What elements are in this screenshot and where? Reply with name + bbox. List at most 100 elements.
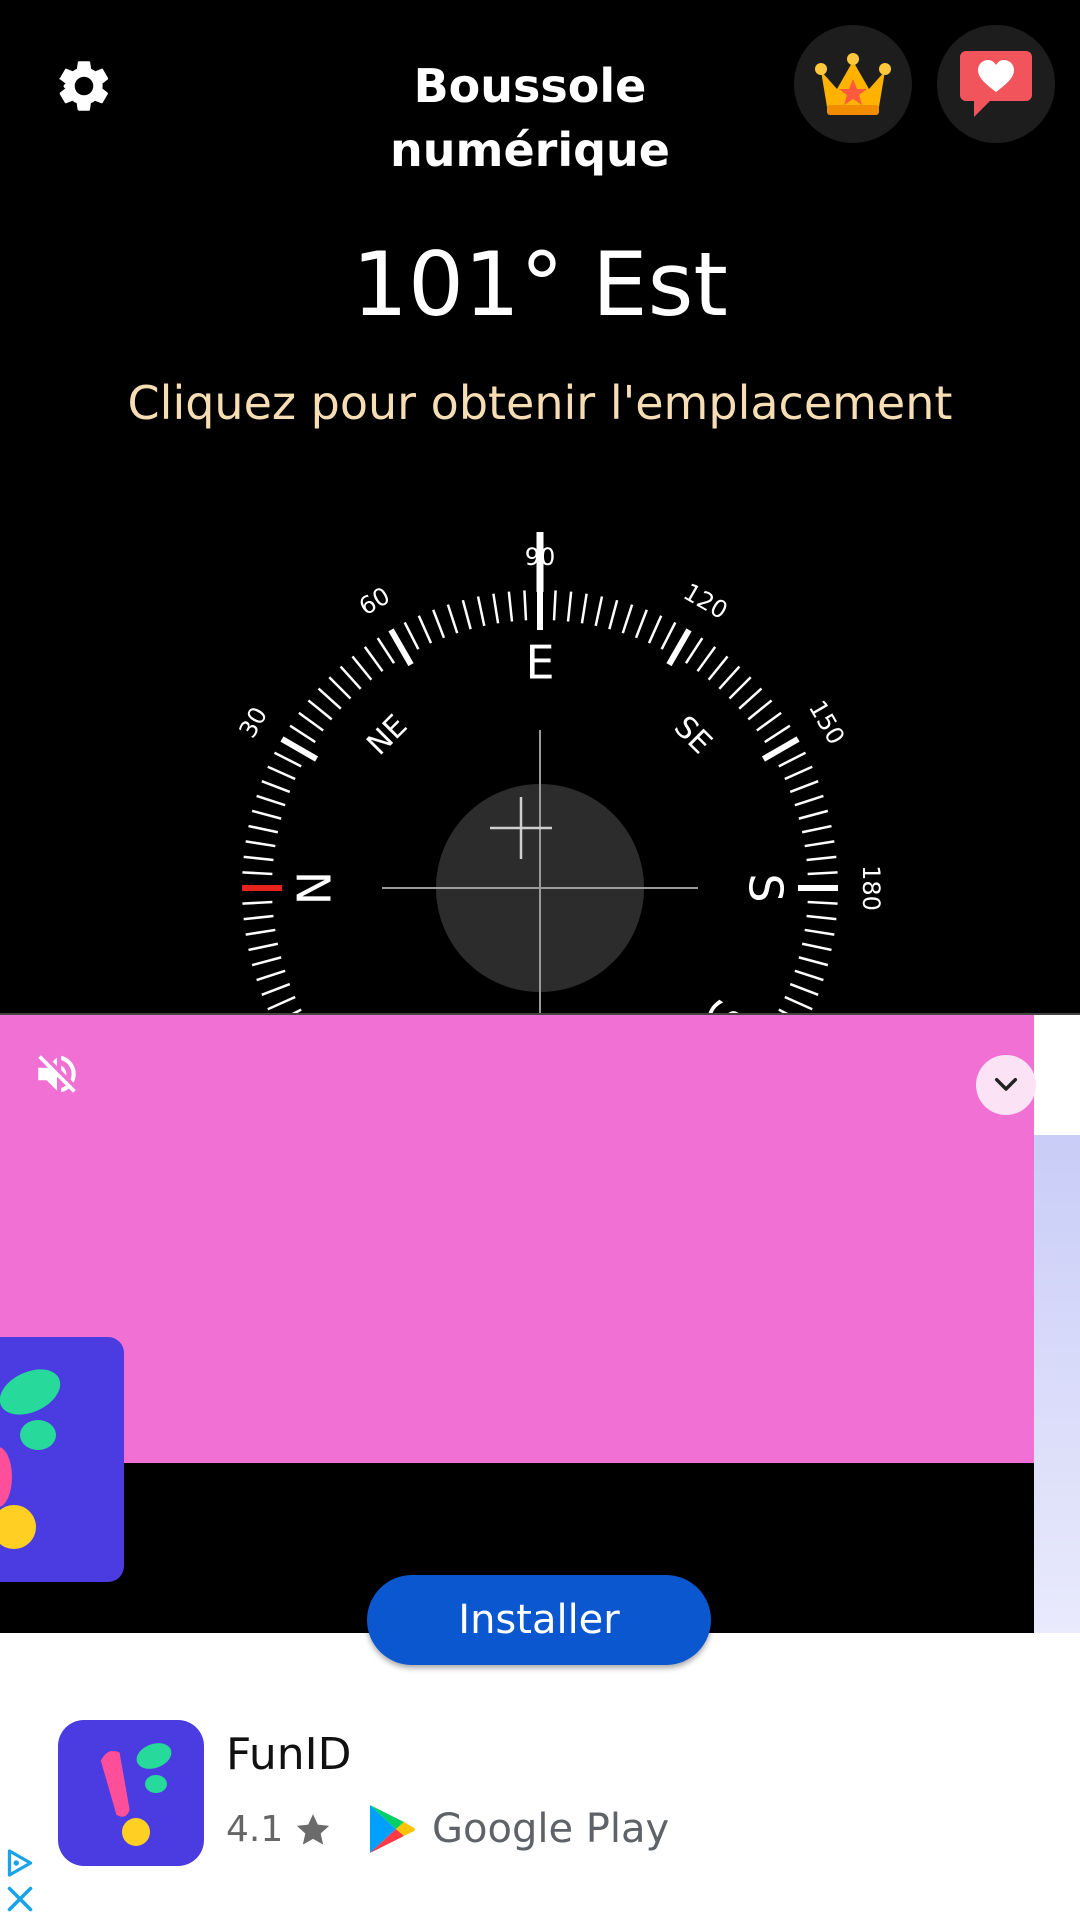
minor-tick — [523, 590, 528, 621]
minor-tick — [798, 956, 829, 967]
minor-tick — [707, 655, 729, 681]
adchoices[interactable] — [2, 1845, 40, 1919]
minor-tick — [621, 604, 634, 634]
minor-tick — [807, 900, 838, 905]
minor-tick — [417, 615, 433, 644]
minor-tick — [738, 687, 763, 710]
get-location-link[interactable]: Cliquez pour obtenir l'emplacement — [0, 375, 1080, 431]
crown-icon — [815, 53, 891, 115]
direction-label: N — [288, 871, 342, 905]
minor-tick — [245, 928, 276, 936]
minor-tick — [273, 751, 302, 768]
minor-tick — [248, 824, 279, 834]
direction-label: E — [525, 636, 554, 690]
minor-tick — [339, 665, 362, 690]
minor-tick — [756, 711, 782, 732]
minor-tick — [492, 593, 500, 624]
minor-tick — [806, 914, 837, 921]
minor-tick — [798, 809, 829, 820]
chevron-down-icon — [994, 1077, 1018, 1091]
minor-tick — [566, 591, 573, 622]
feedback-button[interactable] — [937, 25, 1055, 143]
minor-tick — [778, 751, 807, 768]
ad-next-card-preview — [1034, 1135, 1080, 1633]
degree-label: 30 — [234, 702, 274, 742]
direction-label: SE — [667, 709, 719, 761]
minor-tick — [794, 794, 824, 807]
minor-tick — [804, 928, 835, 936]
minor-tick — [801, 824, 832, 834]
minor-tick — [267, 765, 296, 781]
minor-tick — [684, 637, 704, 664]
app-rating: 4.1 — [226, 1805, 333, 1855]
minor-tick — [784, 995, 813, 1011]
minor-tick — [289, 724, 316, 744]
minor-tick — [251, 809, 282, 820]
minor-tick — [806, 855, 837, 862]
direction-label: NE — [360, 708, 414, 762]
minor-tick — [580, 593, 588, 624]
close-icon[interactable] — [2, 1881, 38, 1917]
minor-tick — [376, 637, 396, 664]
minor-tick — [251, 956, 282, 967]
google-play-icon — [370, 1805, 415, 1853]
minor-tick — [647, 615, 663, 644]
minor-tick — [794, 969, 824, 982]
direction-label: S — [739, 873, 793, 902]
minor-tick — [446, 604, 459, 634]
minor-tick — [242, 900, 273, 905]
minor-tick — [317, 687, 342, 710]
minor-tick — [242, 871, 273, 876]
app-icon[interactable] — [58, 1720, 204, 1866]
mute-icon — [38, 1055, 76, 1093]
minor-tick — [245, 840, 276, 848]
minor-tick — [267, 995, 296, 1011]
direction-label: S — [694, 990, 755, 1015]
degree-label: 150 — [803, 696, 850, 750]
mute-button[interactable] — [28, 1045, 86, 1103]
major-tick — [280, 736, 319, 762]
minor-tick — [789, 982, 819, 996]
minor-tick — [807, 871, 838, 876]
minor-tick — [351, 655, 373, 681]
ad-banner[interactable]: Installer FunID 4.1 Google Play — [0, 1013, 1080, 1922]
minor-tick — [634, 609, 648, 639]
store-name: Google Play — [432, 1806, 670, 1852]
minor-tick — [243, 855, 274, 862]
install-button[interactable]: Installer — [367, 1575, 711, 1665]
minor-tick — [784, 765, 813, 781]
minor-tick — [804, 840, 835, 848]
ad-video-area[interactable] — [0, 1015, 1034, 1463]
minor-tick — [256, 969, 286, 982]
google-play-badge[interactable]: Google Play — [366, 1801, 669, 1857]
degree-label: 60 — [354, 582, 394, 622]
minor-tick — [696, 646, 717, 672]
minor-tick — [507, 591, 514, 622]
settings-button[interactable] — [48, 50, 120, 122]
minor-tick — [256, 794, 286, 807]
star-icon — [297, 1814, 330, 1845]
minor-tick — [476, 596, 486, 627]
app-title: Boussole numérique — [390, 59, 670, 177]
minor-tick — [594, 596, 604, 627]
app-name[interactable]: FunID — [226, 1727, 352, 1783]
minor-tick — [764, 724, 791, 744]
adchoices-icon[interactable] — [2, 1845, 38, 1881]
major-tick — [666, 628, 692, 667]
minor-tick — [261, 982, 291, 996]
compass-dial[interactable]: 306090120150180210 NNEESESS — [0, 500, 1080, 1015]
minor-tick — [461, 599, 472, 630]
minor-tick — [718, 665, 741, 690]
minor-tick — [298, 711, 324, 732]
rating-value: 4.1 — [226, 1809, 284, 1850]
minor-tick — [328, 676, 352, 700]
major-tick — [388, 628, 414, 667]
minor-tick — [248, 942, 279, 952]
collapse-ad-button[interactable] — [976, 1055, 1036, 1115]
premium-button[interactable] — [794, 25, 912, 143]
compass-svg: 306090120150180210 NNEESESS — [234, 532, 885, 1015]
minor-tick — [728, 676, 752, 700]
major-tick — [761, 736, 800, 762]
degree-label: 180 — [857, 865, 885, 911]
degree-label: 90 — [525, 543, 556, 571]
